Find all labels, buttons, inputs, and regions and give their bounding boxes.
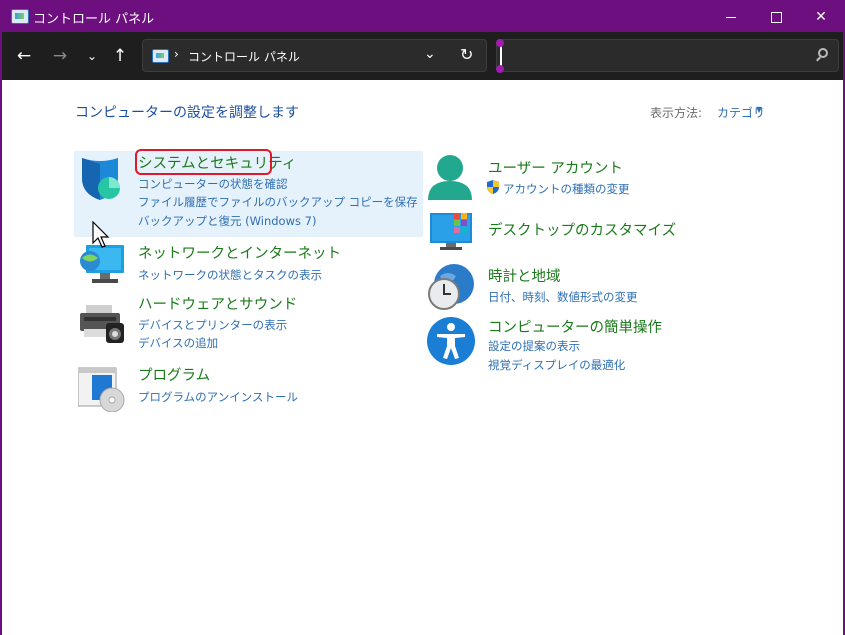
- back-button[interactable]: ←: [12, 44, 36, 68]
- refresh-button[interactable]: ↻: [460, 45, 473, 64]
- address-bar[interactable]: › コントロール パネル ⌄ ↻: [142, 39, 487, 72]
- link-check-status[interactable]: コンピューターの状態を確認: [138, 176, 288, 192]
- programs-icon: [78, 367, 125, 412]
- title-bar[interactable]: コントロール パネル ✕: [2, 2, 843, 32]
- search-box[interactable]: [496, 39, 839, 73]
- ease-of-access-icon: [427, 317, 475, 365]
- window-title: コントロール パネル: [33, 12, 155, 27]
- link-optimize-display[interactable]: 視覚ディスプレイの最適化: [488, 357, 625, 373]
- arrow-left-icon: ←: [16, 46, 32, 66]
- link-change-account-type[interactable]: アカウントの種類の変更: [503, 181, 630, 197]
- desktop-customize-icon: [430, 213, 472, 250]
- control-panel-icon: [11, 9, 29, 24]
- category-title-hardware-sound[interactable]: ハードウェアとサウンド: [138, 293, 297, 314]
- dropdown-arrow-icon[interactable]: ▼: [756, 105, 762, 114]
- link-backup-restore[interactable]: バックアップと復元 (Windows 7): [138, 213, 316, 229]
- recent-locations-button[interactable]: ⌄: [80, 44, 104, 68]
- user-account-icon: [428, 155, 472, 200]
- chevron-down-icon: ⌄: [424, 46, 436, 62]
- control-panel-window: コントロール パネル ✕ ← → ⌄ ↑ › コントロール パネル ⌄ ↻ コン…: [0, 0, 845, 635]
- address-dropdown-button[interactable]: ⌄: [424, 46, 436, 62]
- link-change-date-time-format[interactable]: 日付、時刻、数値形式の変更: [488, 289, 638, 305]
- control-panel-icon: [152, 49, 169, 63]
- arrow-right-icon: →: [52, 46, 68, 66]
- link-network-status[interactable]: ネットワークの状態とタスクの表示: [138, 267, 322, 283]
- category-title-appearance[interactable]: デスクトップのカスタマイズ: [488, 219, 676, 240]
- chevron-down-icon: ⌄: [86, 49, 98, 63]
- link-suggested-settings[interactable]: 設定の提案の表示: [488, 338, 580, 354]
- navigation-bar: ← → ⌄ ↑ › コントロール パネル ⌄ ↻: [2, 32, 843, 80]
- view-by-label: 表示方法:: [650, 106, 703, 120]
- minimize-icon: [726, 16, 736, 18]
- category-title-user-accounts[interactable]: ユーザー アカウント: [488, 157, 623, 178]
- refresh-icon: ↻: [460, 45, 474, 64]
- close-icon: ✕: [815, 9, 827, 25]
- page-title: コンピューターの設定を調整します: [75, 105, 299, 121]
- printer-icon: [80, 305, 124, 343]
- minimize-button[interactable]: [708, 2, 754, 32]
- clock-globe-icon: [428, 264, 474, 310]
- selection-handle-bottom[interactable]: [496, 65, 504, 73]
- forward-button[interactable]: →: [48, 44, 72, 68]
- mouse-cursor-icon: [92, 221, 110, 248]
- category-title-programs[interactable]: プログラム: [138, 364, 210, 385]
- uac-shield-icon: [487, 180, 499, 194]
- link-file-history[interactable]: ファイル履歴でファイルのバックアップ コピーを保存: [138, 194, 418, 210]
- breadcrumb-control-panel[interactable]: コントロール パネル: [188, 48, 300, 65]
- maximize-icon: [770, 11, 782, 23]
- link-uninstall-program[interactable]: プログラムのアンインストール: [138, 389, 298, 405]
- shield-icon: [82, 158, 120, 200]
- arrow-up-icon: ↑: [112, 46, 128, 66]
- search-icon[interactable]: [818, 48, 828, 58]
- category-title-network[interactable]: ネットワークとインターネット: [138, 242, 341, 263]
- maximize-button[interactable]: [753, 2, 799, 32]
- category-title-system-security[interactable]: システムとセキュリティ: [138, 152, 296, 173]
- main-content: コンピューターの設定を調整します 表示方法: カテゴリ ▼ システムとセキュリテ…: [2, 80, 843, 635]
- category-title-ease-of-access[interactable]: コンピューターの簡単操作: [488, 316, 662, 337]
- selection-handle-top[interactable]: [496, 39, 504, 47]
- link-devices-printers[interactable]: デバイスとプリンターの表示: [138, 317, 287, 333]
- link-add-device[interactable]: デバイスの追加: [138, 335, 218, 351]
- category-title-clock-region[interactable]: 時計と地域: [488, 265, 561, 286]
- up-button[interactable]: ↑: [108, 44, 132, 68]
- close-button[interactable]: ✕: [798, 2, 844, 32]
- breadcrumb-chevron-icon[interactable]: ›: [174, 47, 179, 61]
